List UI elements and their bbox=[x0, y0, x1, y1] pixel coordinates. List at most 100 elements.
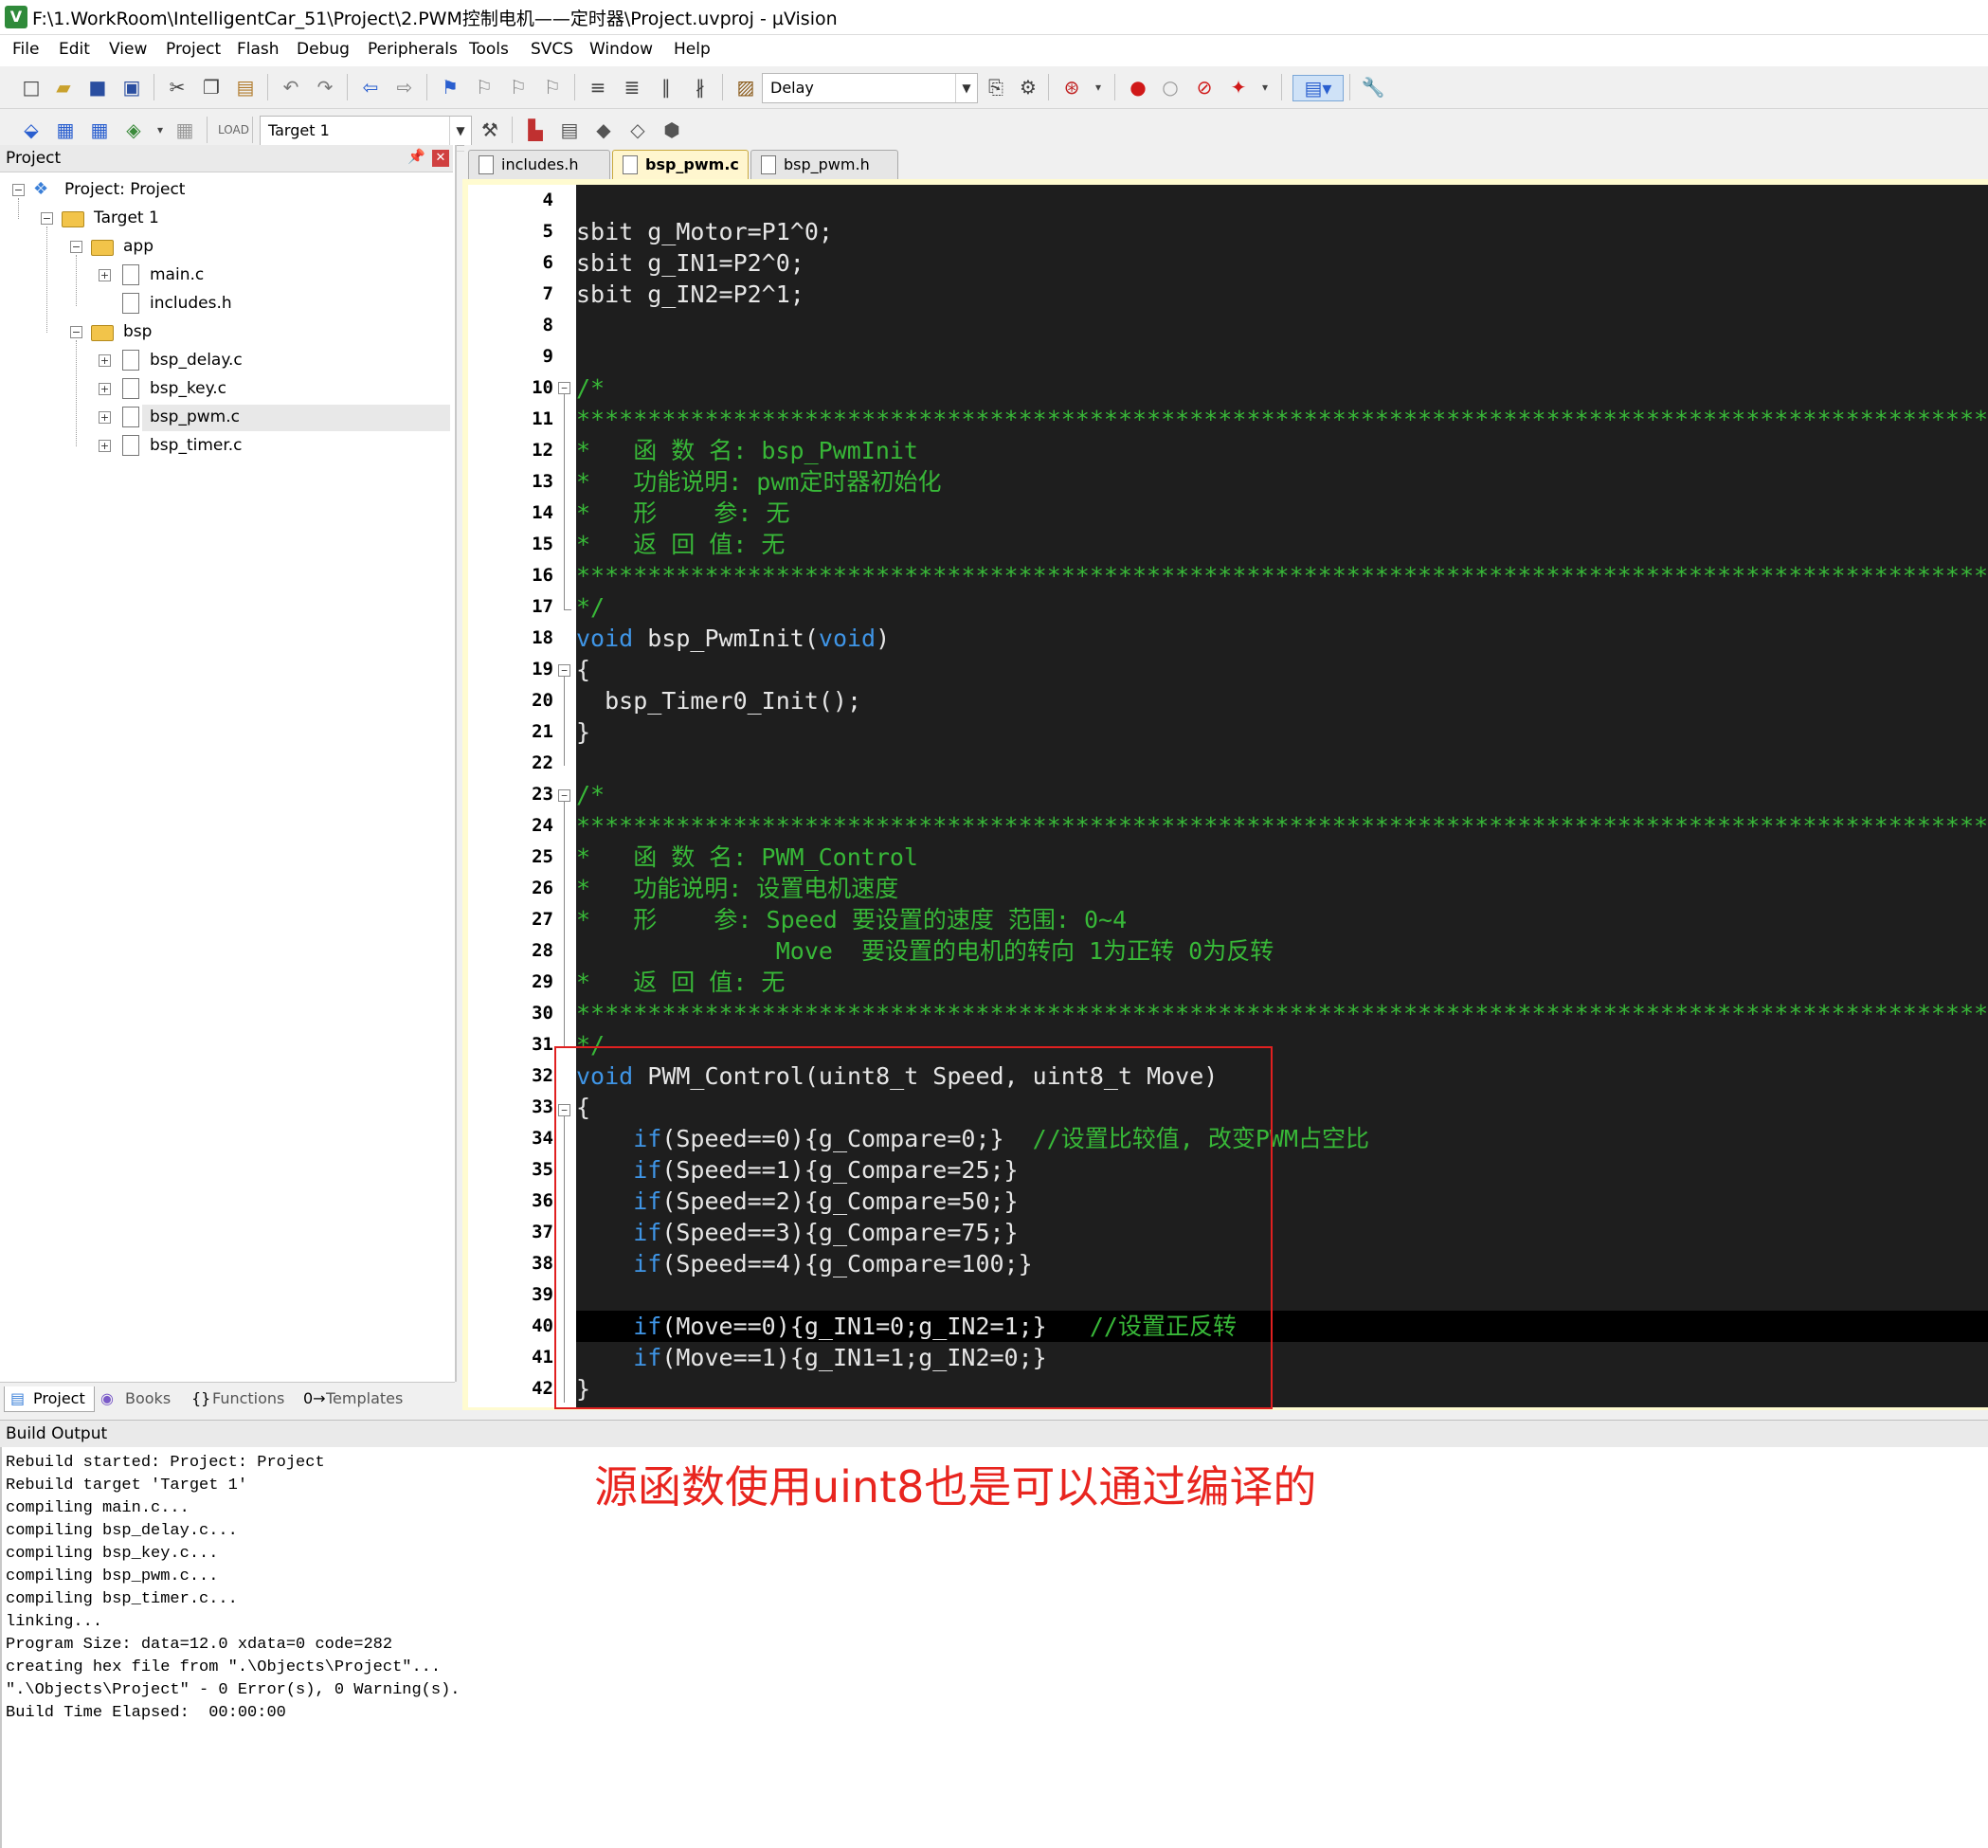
collapse-icon[interactable]: − bbox=[70, 241, 82, 253]
comment-line: /* bbox=[576, 781, 605, 808]
manage-project-items-icon[interactable]: ▤ bbox=[557, 118, 582, 142]
title-bar: V F:\1.WorkRoom\IntelligentCar_51\Projec… bbox=[0, 0, 1988, 35]
tab-bsp-pwm-h[interactable]: bsp_pwm.h bbox=[750, 150, 898, 179]
load-icon[interactable]: LOAD bbox=[218, 118, 249, 142]
pin-icon[interactable]: 📌 bbox=[407, 148, 425, 165]
line-number: 32 bbox=[532, 1065, 553, 1086]
chevron-down-icon[interactable]: ▾ bbox=[148, 118, 172, 142]
comment-line: Move 要设置的电机的转向 1为正转 0为反转 bbox=[576, 937, 1274, 965]
tab-functions[interactable]: {} Functions bbox=[190, 1386, 294, 1411]
tab-bsp-pwm-c[interactable]: bsp_pwm.c bbox=[612, 150, 749, 179]
build-icon[interactable]: ▦ bbox=[53, 118, 78, 142]
code-text: sbit g_Motor=P1^0; bbox=[576, 218, 833, 245]
pack-installer-icon[interactable]: ◇ bbox=[625, 118, 650, 142]
close-icon[interactable]: ✕ bbox=[432, 150, 449, 167]
menu-debug[interactable]: Debug bbox=[297, 40, 350, 59]
next-bookmark-icon[interactable]: ⚐ bbox=[506, 75, 531, 100]
comment-stars-line: ****************************************… bbox=[576, 812, 1988, 840]
comment-line: * 形 参: Speed 要设置的速度 范围: 0~4 bbox=[576, 906, 1128, 933]
target-options-icon[interactable]: ⚒ bbox=[478, 118, 502, 142]
expand-icon[interactable]: + bbox=[99, 269, 111, 281]
copy-icon[interactable]: ❐ bbox=[199, 75, 224, 100]
debug-session-icon[interactable]: ⊛ bbox=[1059, 75, 1084, 100]
find-icon[interactable]: ⎘ bbox=[984, 75, 1008, 100]
collapse-icon[interactable]: − bbox=[41, 212, 53, 225]
undo-icon[interactable]: ↶ bbox=[279, 75, 303, 100]
unindent-icon[interactable]: ≣ bbox=[620, 75, 644, 100]
open-folder-icon[interactable]: ▰ bbox=[51, 75, 76, 100]
expand-icon[interactable]: + bbox=[99, 354, 111, 367]
line-number: 23 bbox=[532, 784, 553, 805]
fold-collapse-icon[interactable]: − bbox=[558, 789, 570, 802]
menu-flash[interactable]: Flash bbox=[237, 40, 280, 59]
menu-peripherals[interactable]: Peripherals bbox=[368, 40, 458, 59]
tab-project[interactable]: ▤ Project bbox=[4, 1386, 95, 1412]
collapse-icon[interactable]: − bbox=[70, 326, 82, 338]
menu-help[interactable]: Help bbox=[674, 40, 711, 59]
menu-view[interactable]: View bbox=[109, 40, 147, 59]
chevron-down-icon[interactable]: ▾ bbox=[1253, 75, 1277, 100]
select-packs-icon[interactable]: ◆ bbox=[591, 118, 616, 142]
save-icon[interactable]: ■ bbox=[85, 75, 110, 100]
find-combo[interactable]: Delay ▼ bbox=[762, 73, 978, 103]
stop-build-icon[interactable]: ▦ bbox=[172, 118, 197, 142]
indent-icon[interactable]: ≡ bbox=[586, 75, 610, 100]
file-icon bbox=[761, 155, 776, 174]
find-in-files-icon[interactable]: ▨ bbox=[733, 75, 758, 100]
uncomment-icon[interactable]: ∦ bbox=[688, 75, 713, 100]
expand-icon[interactable]: + bbox=[99, 411, 111, 424]
bookmark-icon[interactable]: ⚑ bbox=[438, 75, 462, 100]
tab-includes-h[interactable]: includes.h bbox=[468, 150, 610, 179]
menu-project[interactable]: Project bbox=[166, 40, 221, 59]
c-file-icon bbox=[122, 407, 139, 427]
line-number: 37 bbox=[532, 1222, 553, 1242]
expand-icon[interactable]: + bbox=[99, 440, 111, 452]
batch-build-icon[interactable]: ◈ bbox=[121, 118, 146, 142]
line-number: 31 bbox=[532, 1034, 553, 1055]
window-layout-icon[interactable]: ▤▾ bbox=[1292, 75, 1344, 101]
configure-icon[interactable]: 🔧 bbox=[1361, 75, 1385, 100]
chevron-down-icon[interactable]: ▾ bbox=[1086, 75, 1111, 100]
manage-rte-icon[interactable]: ⬢ bbox=[660, 118, 684, 142]
navigate-back-icon[interactable]: ⇦ bbox=[358, 75, 383, 100]
tab-templates[interactable]: 0→ Templates bbox=[301, 1386, 415, 1411]
chevron-down-icon[interactable]: ▼ bbox=[449, 117, 471, 145]
chevron-down-icon[interactable]: ▼ bbox=[955, 74, 977, 102]
code-line: void bsp_PwmInit(void) bbox=[576, 623, 1988, 654]
code-text: sbit g_IN2=P2^1; bbox=[576, 281, 804, 308]
line-number: 9 bbox=[542, 346, 553, 367]
menu-window[interactable]: Window bbox=[589, 40, 653, 59]
save-all-icon[interactable]: ▣ bbox=[119, 75, 144, 100]
menu-edit[interactable]: Edit bbox=[59, 40, 90, 59]
line-number: 14 bbox=[532, 502, 553, 523]
folder-icon bbox=[91, 240, 114, 256]
fold-collapse-icon[interactable]: − bbox=[558, 664, 570, 677]
disable-breakpoints-icon[interactable]: ⊘ bbox=[1192, 75, 1217, 100]
menu-file[interactable]: File bbox=[12, 40, 39, 59]
clear-bookmarks-icon[interactable]: ⚐ bbox=[540, 75, 565, 100]
rebuild-icon[interactable]: ▦ bbox=[87, 118, 112, 142]
menu-tools[interactable]: Tools bbox=[469, 40, 509, 59]
expand-icon[interactable]: + bbox=[99, 383, 111, 395]
project-panel-tabs: ▤ Project ◉ Books {} Functions 0→ Templa… bbox=[0, 1382, 455, 1415]
fold-collapse-icon[interactable]: − bbox=[558, 382, 570, 394]
translate-icon[interactable]: ⬙ bbox=[19, 118, 44, 142]
paste-icon[interactable]: ▤ bbox=[233, 75, 258, 100]
navigate-forward-icon[interactable]: ⇨ bbox=[392, 75, 417, 100]
menu-svcs[interactable]: SVCS bbox=[531, 40, 573, 59]
kill-breakpoints-icon[interactable]: ✦ bbox=[1226, 75, 1251, 100]
incremental-find-icon[interactable]: ⚙ bbox=[1016, 75, 1040, 100]
collapse-icon[interactable]: − bbox=[12, 184, 25, 196]
redo-icon[interactable]: ↷ bbox=[313, 75, 337, 100]
prev-bookmark-icon[interactable]: ⚐ bbox=[472, 75, 497, 100]
file-extensions-icon[interactable]: ▙ bbox=[523, 118, 548, 142]
target-combo[interactable]: Target 1 ▼ bbox=[260, 116, 472, 146]
keyword: void bbox=[576, 625, 634, 652]
enable-breakpoint-icon[interactable]: ○ bbox=[1158, 75, 1183, 100]
tab-books[interactable]: ◉ Books bbox=[99, 1386, 182, 1411]
line-number: 10 bbox=[532, 377, 553, 398]
new-file-icon[interactable]: □ bbox=[19, 75, 44, 100]
cut-icon[interactable]: ✂ bbox=[165, 75, 190, 100]
insert-breakpoint-icon[interactable]: ● bbox=[1126, 75, 1150, 100]
comment-icon[interactable]: ∥ bbox=[654, 75, 678, 100]
